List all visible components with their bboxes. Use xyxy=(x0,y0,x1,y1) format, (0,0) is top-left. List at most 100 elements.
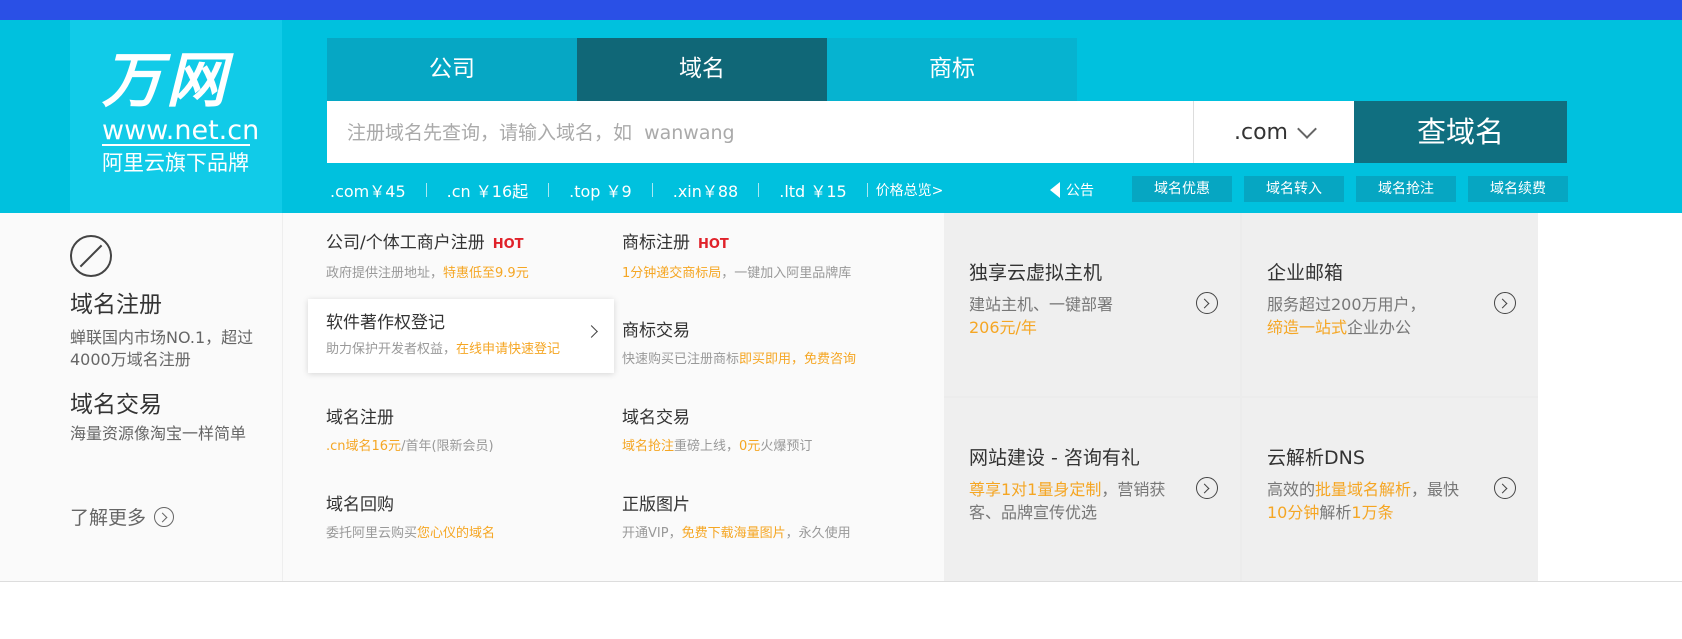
promo-desc: 服务超过200万用户， 缔造一站式企业办公 xyxy=(1267,295,1426,337)
domain-snap-button[interactable]: 域名抢注 xyxy=(1356,176,1456,202)
promo-card-website-build[interactable]: 网站建设 - 咨询有礼 尊享1对1量身定制，营销获客、品牌宣传优选 xyxy=(944,398,1240,581)
promo-card-enterprise-mail[interactable]: 企业邮箱 服务超过200万用户， 缔造一站式企业办公 xyxy=(1242,213,1538,396)
divider xyxy=(651,183,653,197)
hot-badge: HOT xyxy=(698,237,729,252)
domain-discount-button[interactable]: 域名优惠 xyxy=(1132,176,1232,202)
search-tabs: 公司 域名 商标 xyxy=(327,38,1077,101)
promo-card-cloud-dns[interactable]: 云解析DNS 高效的批量域名解析，最快 10分钟解析1万条 xyxy=(1242,398,1538,581)
service-desc: 委托阿里云购买您心仪的域名 xyxy=(326,526,496,541)
domain-search-input[interactable] xyxy=(345,101,1149,165)
arrow-right-circle-icon xyxy=(1196,292,1218,314)
promo-title: 企业邮箱 xyxy=(1267,262,1344,284)
left-intro-panel: 域名注册 蝉联国内市场NO.1，超过4000万域名注册 域名交易 海量资源像淘宝… xyxy=(0,213,282,581)
tab-company[interactable]: 公司 xyxy=(327,38,577,101)
top-strip xyxy=(0,0,1682,20)
learn-more-link[interactable]: 了解更多 xyxy=(70,503,175,530)
price-tld: .cn xyxy=(446,182,471,201)
price-list: .com￥45 .cn ￥16起 .top ￥9 .xin￥88 .ltd ￥1… xyxy=(330,175,943,205)
service-desc: 1分钟递交商标局，一键加入阿里品牌库 xyxy=(622,266,852,281)
service-desc: 域名抢注重磅上线，0元火爆预订 xyxy=(622,439,813,454)
service-title: 正版图片 xyxy=(622,495,690,515)
speaker-icon xyxy=(1050,182,1060,198)
tab-trademark[interactable]: 商标 xyxy=(827,38,1077,101)
promo-title: 独享云虚拟主机 xyxy=(969,262,1103,284)
service-trademark-trade[interactable]: 商标交易 快速购买已注册商标即买即用，免费咨询 xyxy=(622,319,912,371)
promo-title: 网站建设 - 咨询有礼 xyxy=(969,447,1140,469)
search-domain-button[interactable]: 查域名 xyxy=(1354,101,1567,163)
price-item-com[interactable]: .com￥45 xyxy=(330,178,406,202)
service-desc: 政府提供注册地址，特惠低至9.9元 xyxy=(326,266,529,281)
suffix-value: .com xyxy=(1234,119,1288,145)
right-spacer xyxy=(1538,213,1682,581)
domain-transfer-button[interactable]: 域名转入 xyxy=(1244,176,1344,202)
intro-title-register: 域名注册 xyxy=(70,292,162,318)
domain-renew-button[interactable]: 域名续费 xyxy=(1468,176,1568,202)
services-panel: 公司/个体工商户注册 HOT 政府提供注册地址，特惠低至9.9元 商标注册 HOT … xyxy=(282,213,945,581)
service-title: 软件著作权登记 xyxy=(326,313,445,333)
logo-url-text: www.net.cn xyxy=(102,115,260,146)
compass-icon xyxy=(70,235,112,277)
service-company-registration[interactable]: 公司/个体工商户注册 HOT 政府提供注册地址，特惠低至9.9元 xyxy=(326,231,616,285)
service-title: 域名回购 xyxy=(326,495,394,515)
promo-desc: 建站主机、一键部署 206元/年 xyxy=(969,295,1114,337)
service-desc: .cn域名16元/首年(限新会员) xyxy=(326,439,494,454)
price-tld: .ltd xyxy=(779,182,806,201)
logo-underline xyxy=(102,144,250,146)
price-value: ￥15 xyxy=(810,182,847,201)
notice-link[interactable]: 公告 xyxy=(1050,175,1094,205)
search-bar: .com 查域名 xyxy=(327,101,1567,165)
learn-more-label: 了解更多 xyxy=(70,507,147,529)
service-stock-images[interactable]: 正版图片 开通VIP，免费下载海量图片，永久使用 xyxy=(622,493,912,545)
price-item-top[interactable]: .top ￥9 xyxy=(569,178,632,202)
service-title: 域名注册 xyxy=(326,408,394,428)
logo[interactable]: 万网 www.net.cn 阿里云旗下品牌 xyxy=(70,20,282,213)
service-title: 商标注册 HOT xyxy=(622,233,729,253)
price-tld: .xin xyxy=(672,182,702,201)
price-overview-link[interactable]: 价格总览> xyxy=(876,180,944,200)
service-desc: 开通VIP，免费下载海量图片，永久使用 xyxy=(622,526,851,541)
intro-title-trade: 域名交易 xyxy=(70,392,162,418)
divider xyxy=(758,183,760,197)
service-trademark-registration[interactable]: 商标注册 HOT 1分钟递交商标局，一键加入阿里品牌库 xyxy=(622,231,912,285)
service-title: 商标交易 xyxy=(622,321,690,341)
service-domain-registration[interactable]: 域名注册 .cn域名16元/首年(限新会员) xyxy=(326,406,616,458)
notice-label: 公告 xyxy=(1066,183,1094,199)
service-title: 域名交易 xyxy=(622,408,690,428)
price-item-ltd[interactable]: .ltd ￥15 xyxy=(779,178,846,202)
bottom-divider xyxy=(0,581,1682,582)
price-item-xin[interactable]: .xin￥88 xyxy=(673,178,739,202)
price-value: ￥16起 xyxy=(475,182,529,201)
service-software-copyright[interactable]: 软件著作权登记 助力保护开发者权益，在线申请快速登记 xyxy=(308,299,614,373)
arrow-right-circle-icon xyxy=(1196,477,1218,499)
service-domain-trade[interactable]: 域名交易 域名抢注重磅上线，0元火爆预订 xyxy=(622,406,912,458)
price-value: ￥45 xyxy=(369,182,406,201)
price-value: ￥88 xyxy=(701,182,739,201)
promo-title: 云解析DNS xyxy=(1267,447,1365,469)
promo-desc: 高效的批量域名解析，最快 10分钟解析1万条 xyxy=(1267,480,1460,522)
arrow-right-circle-icon xyxy=(1494,477,1516,499)
intro-desc-register: 蝉联国内市场NO.1，超过4000万域名注册 xyxy=(70,328,254,369)
service-desc: 助力保护开发者权益，在线申请快速登记 xyxy=(326,342,561,357)
promo-desc: 尊享1对1量身定制，营销获客、品牌宣传优选 xyxy=(969,480,1166,522)
divider xyxy=(425,183,427,197)
arrow-right-circle-icon xyxy=(1494,292,1516,314)
service-domain-buyback[interactable]: 域名回购 委托阿里云购买您心仪的域名 xyxy=(326,493,616,545)
price-item-cn[interactable]: .cn ￥16起 xyxy=(447,178,529,202)
service-desc: 快速购买已注册商标即买即用，免费咨询 xyxy=(622,352,857,367)
price-tld: .top xyxy=(569,182,601,201)
logo-main-text: 万网 xyxy=(102,46,230,116)
intro-desc-trade: 海量资源像淘宝一样简单 xyxy=(70,424,247,443)
hot-badge: HOT xyxy=(492,237,524,252)
tab-domain[interactable]: 域名 xyxy=(577,38,827,101)
promo-card-virtual-host[interactable]: 独享云虚拟主机 建站主机、一键部署 206元/年 xyxy=(944,213,1240,396)
suffix-select[interactable]: .com xyxy=(1194,101,1354,163)
divider xyxy=(548,183,550,197)
promo-panel: 独享云虚拟主机 建站主机、一键部署 206元/年 企业邮箱 服务超过200万用户，… xyxy=(944,213,1538,581)
chevron-down-icon xyxy=(1297,119,1317,139)
service-title: 公司/个体工商户注册 HOT xyxy=(326,233,524,253)
logo-sub-text: 阿里云旗下品牌 xyxy=(102,151,249,175)
price-tld: .com xyxy=(330,182,370,201)
price-value: ￥9 xyxy=(605,182,632,201)
arrow-right-circle-icon xyxy=(154,506,175,527)
divider xyxy=(866,183,868,197)
